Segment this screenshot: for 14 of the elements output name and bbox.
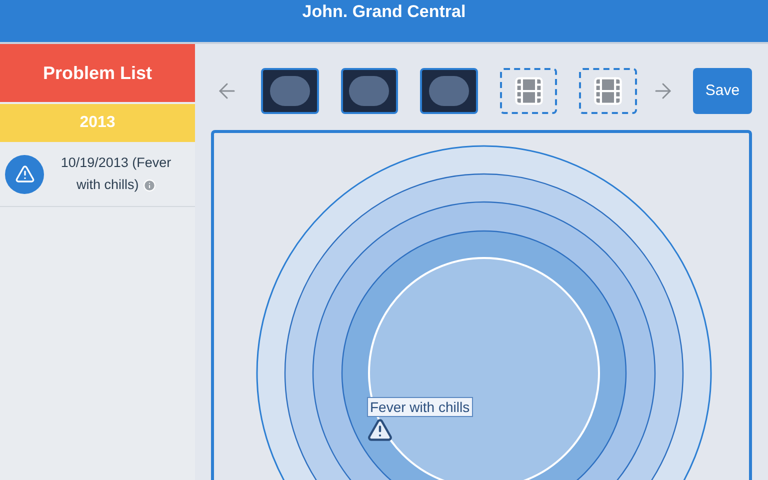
empty-thumbnail[interactable] [579,68,637,114]
empty-thumbnail[interactable] [500,68,558,114]
xray-thumbnail[interactable] [261,68,319,114]
problem-item[interactable]: 10/19/2013 (Fever with chills) [0,142,195,207]
warning-marker-icon[interactable] [367,417,393,443]
info-icon[interactable] [142,178,156,192]
marker-label: Fever with chills [367,397,473,417]
save-button[interactable]: Save [692,68,752,114]
patient-name: John. Grand Central [302,1,466,23]
xray-thumbnail[interactable] [420,68,478,114]
problem-text: 10/19/2013 (Fever with chills) [60,154,172,194]
xray-thumbnail[interactable] [340,68,398,114]
warning-icon [14,164,34,184]
problem-list-heading: Problem List [0,44,195,102]
